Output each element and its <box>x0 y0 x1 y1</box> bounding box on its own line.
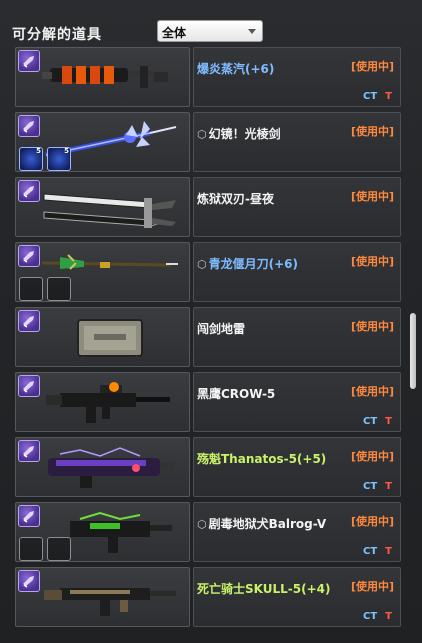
gem-slot-empty[interactable] <box>19 277 43 301</box>
steam-gun-icon <box>42 66 168 88</box>
ct-tag: CT <box>363 91 378 102</box>
item-name: 爆炎蒸汽(+6) <box>197 62 275 76</box>
ct-tag: CT <box>363 481 378 492</box>
glaive-icon <box>41 254 178 270</box>
category-icon <box>18 440 40 462</box>
item-name: ⬡ 剧毒地狱犬Balrog-V <box>197 517 327 531</box>
item-row[interactable]: 死亡骑士SKULL-5(+4) [使用中] CT T <box>15 567 403 627</box>
filter-value: 全体 <box>162 26 187 40</box>
lock-icon: ⬡ <box>197 518 207 531</box>
item-name: 死亡骑士SKULL-5(+4) <box>197 582 331 596</box>
status-badge: [使用中] <box>350 515 394 528</box>
item-info: 闯剑地雷 [使用中] <box>193 307 401 367</box>
item-thumbnail: 5 5 <box>15 112 190 172</box>
team-tags: CT T <box>363 481 392 492</box>
status-badge: [使用中] <box>350 125 394 138</box>
dual-blade-icon <box>43 193 176 228</box>
item-row[interactable]: 闯剑地雷 [使用中] <box>15 307 403 367</box>
gem-slot[interactable]: 5 <box>47 147 71 171</box>
item-thumbnail <box>15 437 190 497</box>
ct-tag: CT <box>363 546 378 557</box>
item-info: 爆炎蒸汽(+6) [使用中] CT T <box>193 47 401 107</box>
category-icon <box>18 180 40 202</box>
t-tag: T <box>385 611 392 622</box>
t-tag: T <box>385 416 392 427</box>
item-thumbnail <box>15 372 190 432</box>
item-thumbnail <box>15 242 190 302</box>
item-name: ⬡ 幻镜！光棱剑 <box>197 127 281 141</box>
item-row[interactable]: ⬡ 剧毒地狱犬Balrog-V [使用中] CT T <box>15 502 403 562</box>
item-name: 闯剑地雷 <box>197 322 246 336</box>
gem-slot[interactable]: 5 <box>19 147 43 171</box>
item-row[interactable]: ⬡ 青龙偃月刀(+6) [使用中] <box>15 242 403 302</box>
item-info: ⬡ 青龙偃月刀(+6) [使用中] <box>193 242 401 302</box>
item-info: ⬡ 剧毒地狱犬Balrog-V [使用中] CT T <box>193 502 401 562</box>
t-tag: T <box>385 481 392 492</box>
team-tags: CT T <box>363 611 392 622</box>
lock-icon: ⬡ <box>197 128 207 141</box>
item-name: ⬡ 青龙偃月刀(+6) <box>197 257 298 271</box>
team-tags: CT T <box>363 91 392 102</box>
page-title: 可分解的道具 <box>12 27 102 43</box>
ct-tag: CT <box>363 611 378 622</box>
status-badge: [使用中] <box>350 60 394 73</box>
item-name: 炼狱双刃-昼夜 <box>197 192 274 206</box>
item-thumbnail <box>15 47 190 107</box>
status-badge: [使用中] <box>350 580 394 593</box>
item-info: 炼狱双刃-昼夜 [使用中] <box>193 177 401 237</box>
item-row[interactable]: 5 5 ⬡ 幻镜！光棱剑 [使用中] <box>15 112 403 172</box>
item-thumbnail <box>15 567 190 627</box>
category-icon <box>18 375 40 397</box>
t-tag: T <box>385 546 392 557</box>
team-tags: CT T <box>363 546 392 557</box>
category-icon <box>18 115 40 137</box>
item-thumbnail <box>15 307 190 367</box>
lock-icon: ⬡ <box>197 258 207 271</box>
category-icon <box>18 245 40 267</box>
skull-rifle-icon <box>44 588 176 616</box>
item-thumbnail <box>15 502 190 562</box>
category-icon <box>18 505 40 527</box>
gem-slot-empty[interactable] <box>47 277 71 301</box>
rifle-icon <box>46 382 170 423</box>
status-badge: [使用中] <box>350 385 394 398</box>
item-name: 黑鹰CROW-5 <box>197 387 276 401</box>
gem-slot-empty[interactable] <box>47 537 71 561</box>
status-badge: [使用中] <box>350 255 394 268</box>
ct-tag: CT <box>363 416 378 427</box>
item-info: ⬡ 幻镜！光棱剑 [使用中] <box>193 112 401 172</box>
team-tags: CT T <box>363 416 392 427</box>
item-row[interactable]: 黑鹰CROW-5 [使用中] CT T <box>15 372 403 432</box>
item-thumbnail <box>15 177 190 237</box>
t-tag: T <box>385 91 392 102</box>
item-info: 黑鹰CROW-5 [使用中] CT T <box>193 372 401 432</box>
item-row[interactable]: 爆炎蒸汽(+6) [使用中] CT T <box>15 47 403 107</box>
status-badge: [使用中] <box>350 320 394 333</box>
category-icon <box>18 570 40 592</box>
status-badge: [使用中] <box>350 190 394 203</box>
item-info: 死亡骑士SKULL-5(+4) [使用中] CT T <box>193 567 401 627</box>
header: 可分解的道具 全体 <box>0 0 422 46</box>
launcher-icon <box>48 447 174 488</box>
item-row[interactable]: 炼狱双刃-昼夜 [使用中] <box>15 177 403 237</box>
category-icon <box>18 310 40 332</box>
filter-dropdown[interactable]: 全体 <box>157 20 263 42</box>
chevron-down-icon <box>248 29 256 34</box>
item-name: 殇魁Thanatos-5(+5) <box>197 452 327 466</box>
category-icon <box>18 50 40 72</box>
item-row[interactable]: 殇魁Thanatos-5(+5) [使用中] CT T <box>15 437 403 497</box>
mine-icon <box>77 319 143 362</box>
gem-slot-empty[interactable] <box>19 537 43 561</box>
scrollbar-thumb[interactable] <box>410 313 416 389</box>
status-badge: [使用中] <box>350 450 394 463</box>
item-info: 殇魁Thanatos-5(+5) [使用中] CT T <box>193 437 401 497</box>
